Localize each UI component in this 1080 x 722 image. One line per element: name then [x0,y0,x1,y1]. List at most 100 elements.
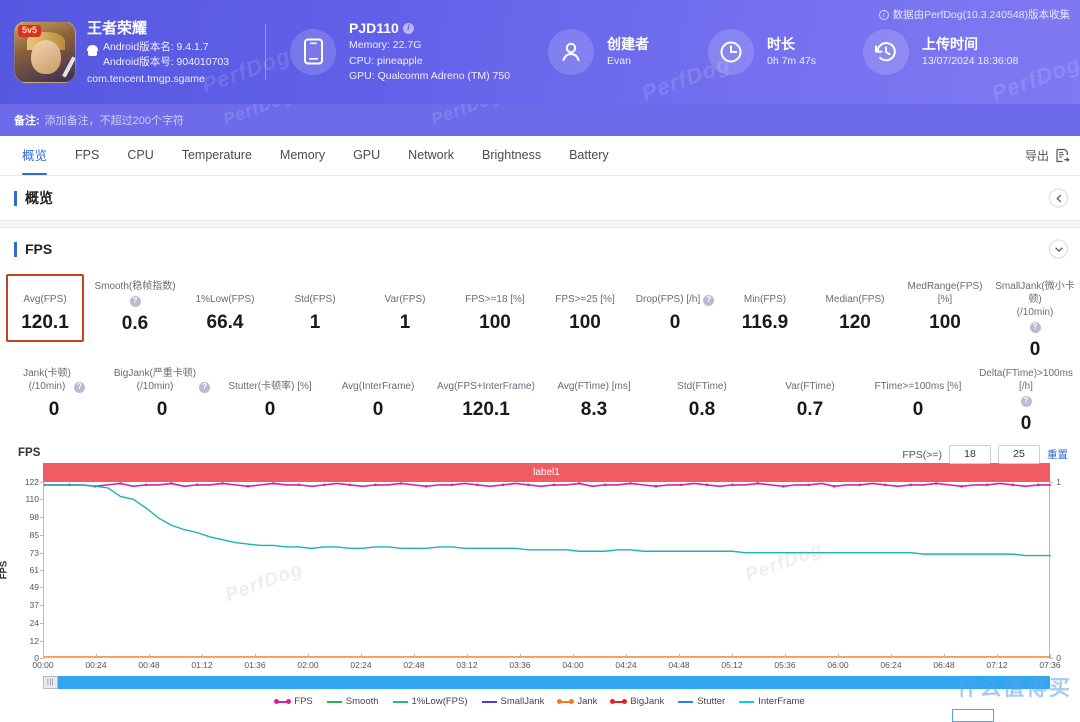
metric-label-text: Avg(FTime) [ms] [557,381,631,392]
page-title: 概览 [14,190,53,206]
metric-label-text: BigJank(严重卡顿) (/10min) [113,368,197,392]
info-icon[interactable]: i [402,22,414,34]
series-marker [833,485,836,488]
metric-label: Avg(FPS+InterFrame) [434,367,538,393]
metric-label: FPS>=18 [%] [452,280,538,306]
metric-label-text: Std(FTime) [677,381,727,392]
metric-cell: SmallJank(微小卡顿) (/10min)? 0 [990,276,1080,363]
metric-label-text: Var(FPS) [384,294,426,305]
x-axis-tick-label: 06:48 [933,660,955,670]
metric-value: 0 [264,399,276,420]
metric-value: 0 [156,399,168,420]
series-marker [807,483,811,487]
collect-note: i 数据由PerfDog(10.3.240548)版本收集 [878,7,1070,22]
series-marker [374,483,377,487]
help-icon[interactable]: ? [73,382,85,393]
metric-value: 120 [839,312,871,333]
metric-label-text: Drop(FPS) [/h] [635,294,701,305]
help-icon[interactable]: ? [129,296,141,307]
metric-label: Delta(FTime)>100ms [/h]? [974,367,1078,407]
legend-item[interactable]: InterFrame [739,696,805,707]
brand-watermark-box [952,709,994,722]
y-axis-tick [40,604,44,606]
metric-value: 0 [48,399,60,420]
tab-overview[interactable]: 概览 [8,137,61,175]
metric-label-text: Stutter(卡顿率) [%] [228,381,312,392]
tab-memory[interactable]: Memory [266,136,339,175]
legend-item[interactable]: Stutter [678,696,725,707]
legend-swatch [481,700,497,703]
x-axis-tick-label: 07:36 [1039,660,1061,670]
metric-label-text: MedRange(FPS)[%] [907,281,983,305]
reset-button[interactable]: 重置 [1047,447,1068,462]
device-info-block: PJD110 i Memory: 22.7G CPU: pineapple GP… [290,19,548,85]
legend-item[interactable]: SmallJank [481,696,544,707]
series-label-bar[interactable]: label1 [43,463,1050,482]
creator-block: 创建者 Evan [548,29,708,75]
help-icon[interactable]: ? [199,382,211,393]
legend-item[interactable]: 1%Low(FPS) [392,696,468,707]
chart-series-svg [44,482,1051,658]
help-icon[interactable]: ? [1020,396,1032,407]
metric-cell: BigJank(严重卡顿) (/10min)? 0 [108,363,216,423]
y-axis-tick-label: 12 [29,635,39,646]
metric-value: 8.3 [580,399,608,420]
duration-block: 时长 0h 7m 47s [708,29,863,75]
legend-item[interactable]: Smooth [326,696,379,707]
legend-swatch [610,699,628,704]
series-marker [935,482,938,485]
expand-fps-button[interactable] [1049,239,1068,259]
legend-item[interactable]: Jank [557,696,597,707]
export-button[interactable]: 导出 [1025,136,1070,175]
x-axis-tick-label: 04:24 [615,660,637,670]
remark-bar[interactable]: PerfDog PerfDog 备注: 添加备注，不超过200个字符 [0,104,1080,136]
tab-cpu[interactable]: CPU [113,136,167,175]
x-axis-tick [1050,654,1051,658]
tab-gpu[interactable]: GPU [339,136,394,175]
x-axis-tick [891,654,892,658]
tab-battery[interactable]: Battery [555,136,623,175]
series-marker [1037,483,1040,487]
y-axis-tick [40,552,44,554]
metric-cell: Drop(FPS) [/h]? 0 [630,276,720,336]
chevron-down-icon [1054,240,1063,258]
metric-label-text: Smooth(稳帧指数) [94,281,176,292]
series-marker [680,483,683,487]
tab-temperature[interactable]: Temperature [168,136,266,175]
metric-cell: Delta(FTime)>100ms [/h]? 0 [972,363,1080,437]
metric-cell: FPS>=18 [%] 100 [450,276,540,336]
metric-value: 0 [1020,413,1032,434]
series-marker [884,483,887,487]
clock-icon [708,29,754,75]
legend-swatch [326,700,342,703]
x-axis-tick-label: 07:12 [986,660,1008,670]
tab-brightness[interactable]: Brightness [468,136,555,175]
scrollbar-handle[interactable]: ||| [43,676,58,689]
legend-item[interactable]: FPS [274,696,313,707]
metric-label-text: 1%Low(FPS) [195,294,255,305]
y-axis-tick-label: 110 [25,494,39,505]
metric-cell: FTime>=100ms [%] 0 [864,363,972,423]
threshold-input-1[interactable]: 18 [949,445,991,464]
metric-label: FPS>=25 [%] [542,280,628,306]
legend-item[interactable]: BigJank [610,696,664,707]
tab-fps[interactable]: FPS [61,136,113,175]
x-axis-tick [255,654,256,658]
help-icon[interactable]: ? [1029,322,1041,333]
remark-input[interactable]: 添加备注，不超过200个字符 [45,112,184,128]
duration-value: 0h 7m 47s [767,54,817,67]
threshold-input-2[interactable]: 25 [998,445,1040,464]
app-package-name: com.tencent.tmgp.sgame [87,73,205,86]
export-label: 导出 [1024,149,1049,163]
metric-value: 0 [372,399,384,420]
x-axis-tick-label: 00:24 [85,660,107,670]
y-axis-tick-label: 37 [29,599,39,610]
chart-scrollbar[interactable]: ||| [43,676,1050,689]
chart-plot-area[interactable]: FPS Jank PerfDog PerfDog 0 12 24 37 49 61 73 85… [0,477,1080,663]
series-marker [578,482,581,485]
tab-network[interactable]: Network [394,136,468,175]
help-icon[interactable]: ? [703,295,715,306]
y-axis-tick [40,570,44,571]
collapse-overview-button[interactable] [1049,188,1068,208]
series-marker [450,483,454,487]
